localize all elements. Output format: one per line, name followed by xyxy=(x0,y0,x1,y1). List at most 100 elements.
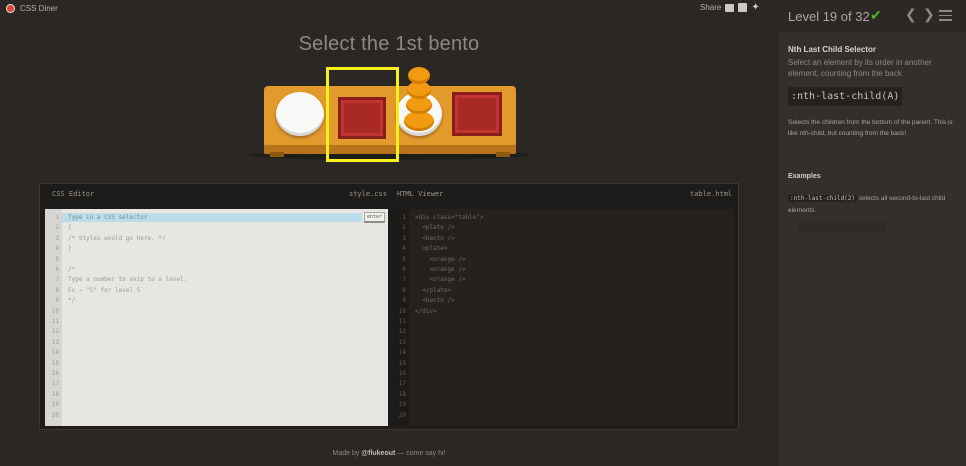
twitter-icon[interactable]: ✦ xyxy=(751,2,759,12)
footer-prefix: Made by xyxy=(332,450,362,457)
line-number: 2 xyxy=(55,224,59,232)
line-number: 8 xyxy=(55,286,59,294)
level-header: Level 19 of 32 ✔ ❮ ❯ xyxy=(778,0,966,32)
line-number: 8 xyxy=(402,286,406,294)
enter-button[interactable]: enter xyxy=(364,212,385,223)
line-number: 2 xyxy=(402,224,406,232)
line-number: 13 xyxy=(51,338,59,346)
line-number: 5 xyxy=(402,255,406,263)
code-line: <orange /> xyxy=(415,266,466,273)
code-line: /* Styles would go here. */ xyxy=(68,234,166,242)
line-number: 20 xyxy=(51,411,59,419)
level-instruction: Select the 1st bento xyxy=(298,33,480,55)
line-number: 6 xyxy=(55,266,59,273)
logo-icon xyxy=(6,4,15,13)
code-line: { xyxy=(68,224,72,232)
plate[interactable] xyxy=(276,92,324,136)
line-number: 11 xyxy=(51,318,59,325)
editor-panel: CSS Editor style.css HTML Viewer table.h… xyxy=(39,183,739,430)
table-leg xyxy=(270,152,284,157)
html-viewer-title: HTML Viewer xyxy=(397,190,444,198)
code-line: <orange /> xyxy=(415,255,466,263)
code-line: <plate> xyxy=(415,245,448,253)
sidebar: Level 19 of 32 ✔ ❮ ❯ Nth Last Child Sele… xyxy=(778,0,966,466)
example-placeholder xyxy=(798,221,886,231)
code-line: <bento /> xyxy=(415,297,455,305)
selector-description: Select an element by its order in anothe… xyxy=(788,58,932,78)
example-item: :nth-last-child(2) selects all second-to… xyxy=(788,193,962,217)
level-indicator[interactable]: Level 19 of 32 xyxy=(788,9,870,24)
line-number: 12 xyxy=(398,328,406,336)
line-number: 12 xyxy=(51,328,59,336)
line-number: 3 xyxy=(402,234,406,242)
line-number: 15 xyxy=(51,359,59,367)
bento-box[interactable] xyxy=(452,92,502,136)
facebook-icon[interactable] xyxy=(738,3,748,12)
code-line: */ xyxy=(68,297,76,305)
line-number: 14 xyxy=(51,349,59,357)
app-name: CSS Diner xyxy=(20,4,58,13)
line-number: 5 xyxy=(55,255,59,263)
code-line: </div> xyxy=(415,307,437,315)
code-line: } xyxy=(68,245,72,253)
line-number: 19 xyxy=(398,401,406,409)
code-line: Type a number to skip to a level. xyxy=(68,276,188,284)
line-number: 1 xyxy=(402,214,406,221)
line-number: 15 xyxy=(398,359,406,367)
css-editor[interactable]: Type in a CSS selector enter 1 2{3/* Styl… xyxy=(45,209,388,426)
line-number: 4 xyxy=(402,245,406,253)
line-number: 16 xyxy=(398,370,406,377)
line-number: 3 xyxy=(55,234,59,242)
line-number: 17 xyxy=(398,380,406,388)
line-number: 1 xyxy=(55,214,59,221)
line-number: 9 xyxy=(402,297,406,305)
line-number: 17 xyxy=(51,380,59,388)
line-number: 18 xyxy=(398,390,406,398)
css-editor-title: CSS Editor xyxy=(52,190,95,198)
selection-highlight xyxy=(326,67,399,162)
chevron-right-icon[interactable]: ❯ xyxy=(923,6,935,23)
code-line: <div class="table"> xyxy=(415,214,484,221)
author-link[interactable]: @flukeout xyxy=(361,450,395,457)
checkmark-icon: ✔ xyxy=(870,7,882,23)
code-line: </plate> xyxy=(415,286,452,294)
line-number: 16 xyxy=(51,370,59,377)
line-number: 13 xyxy=(398,338,406,346)
mail-icon[interactable] xyxy=(725,3,735,12)
line-number: 11 xyxy=(398,318,406,325)
line-number: 4 xyxy=(55,245,59,253)
selector-syntax: :nth-last-child(A) xyxy=(788,87,903,106)
line-number: 10 xyxy=(398,307,406,315)
line-number: 10 xyxy=(51,307,59,315)
table-leg xyxy=(496,152,510,157)
line-number: 20 xyxy=(398,411,406,419)
menu-icon[interactable] xyxy=(939,10,952,24)
line-number: 9 xyxy=(55,297,59,305)
orange[interactable] xyxy=(408,67,430,84)
share-bar: Share ✦ xyxy=(700,2,760,12)
css-input-placeholder: Type in a CSS selector xyxy=(68,214,148,221)
example-code: :nth-last-child(2) xyxy=(788,195,858,202)
share-label: Share xyxy=(700,3,722,12)
chevron-left-icon[interactable]: ❮ xyxy=(905,6,917,23)
html-viewer[interactable]: 1 <div class="table"> 2 <plate /> 3 <bento … xyxy=(392,209,734,426)
examples-title: Examples xyxy=(788,173,821,180)
line-number: 7 xyxy=(402,276,406,284)
footer: Made by @flukeout — come say hi! xyxy=(0,450,778,457)
code-line: <orange /> xyxy=(415,276,466,284)
app-logo[interactable]: CSS Diner xyxy=(6,4,58,13)
code-line: <bento /> xyxy=(415,234,455,242)
orange[interactable] xyxy=(404,111,434,131)
line-number: 19 xyxy=(51,401,59,409)
html-viewer-file: table.html xyxy=(690,190,733,198)
line-number: 18 xyxy=(51,390,59,398)
selector-title: Nth Last Child Selector xyxy=(788,45,877,54)
line-number: 14 xyxy=(398,349,406,357)
code-line: /* xyxy=(68,266,76,273)
line-number: 7 xyxy=(55,276,59,284)
selector-help: Selects the children from the bottom of … xyxy=(788,119,953,137)
css-editor-file: style.css xyxy=(349,190,387,198)
code-line: Ex → "5" for level 5 xyxy=(68,286,141,294)
footer-suffix: — come say hi! xyxy=(395,450,446,457)
code-line: <plate /> xyxy=(415,224,455,232)
